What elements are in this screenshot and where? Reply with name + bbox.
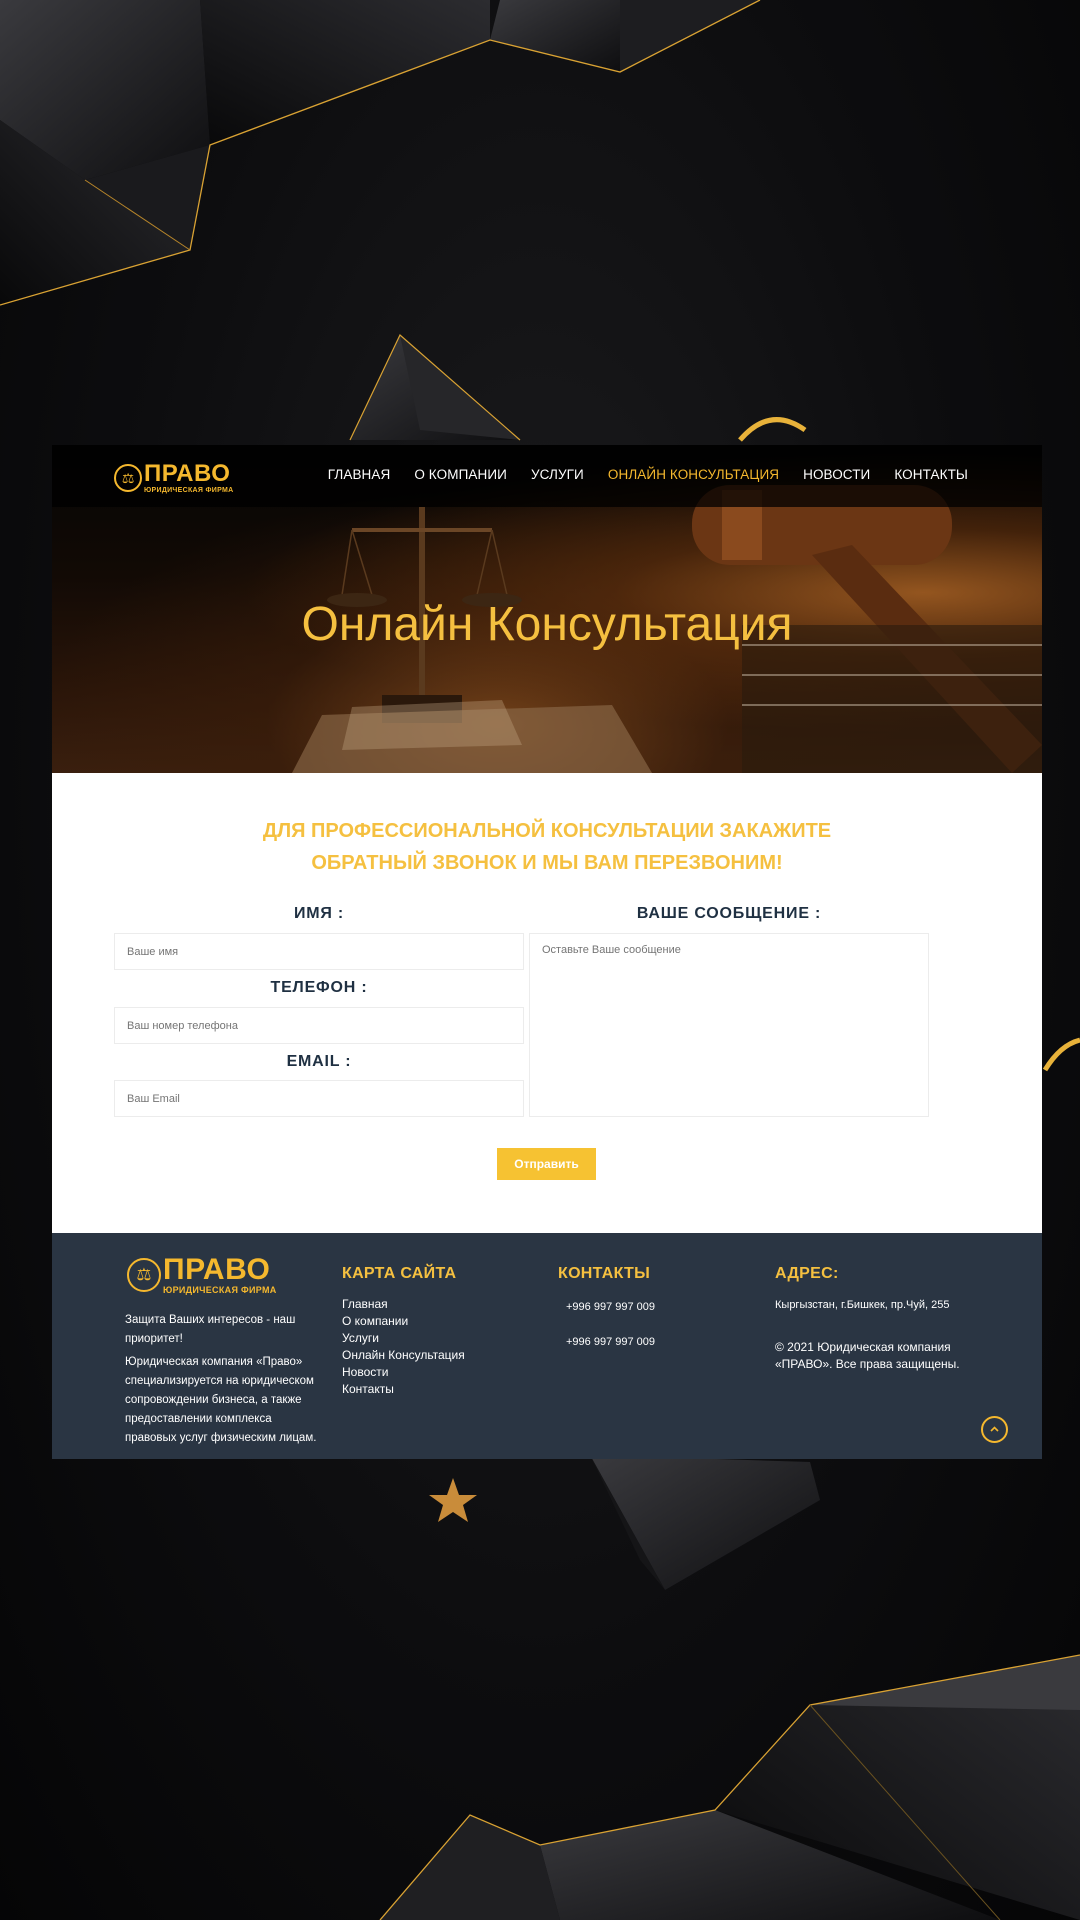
name-label: ИМЯ : — [293, 905, 345, 922]
sitemap-link-contacts[interactable]: Контакты — [342, 1381, 465, 1398]
email-label: EMAIL : — [286, 1053, 352, 1070]
hero-banner: ⚖ ПРАВО ЮРИДИЧЕСКАЯ ФИРМА ГЛАВНАЯ О КОМП… — [52, 445, 1042, 773]
submit-button[interactable]: Отправить — [497, 1148, 596, 1180]
footer-logo[interactable]: ⚖ ПРАВО ЮРИДИЧЕСКАЯ ФИРМА — [127, 1255, 277, 1295]
page-title: Онлайн Консультация — [301, 598, 793, 651]
form-heading-line2: ОБРАТНЫЙ ЗВОНОК И МЫ ВАМ ПЕРЕЗВОНИМ! — [311, 852, 783, 874]
phone-2[interactable]: +996 997 997 009 — [566, 1334, 655, 1351]
message-textarea[interactable] — [529, 933, 929, 1117]
sitemap-link-about[interactable]: О компании — [342, 1313, 465, 1330]
nav-contacts[interactable]: КОНТАКТЫ — [894, 467, 968, 482]
phone-input[interactable] — [114, 1007, 524, 1044]
sitemap-list: Главная О компании Услуги Онлайн Консуль… — [342, 1296, 465, 1398]
footer-about: Юридическая компания «Право» специализир… — [125, 1356, 317, 1444]
themis-icon: ⚖ — [127, 1258, 161, 1292]
scroll-to-top-button[interactable] — [981, 1416, 1008, 1443]
main-menu: ГЛАВНАЯ О КОМПАНИИ УСЛУГИ ОНЛАЙН КОНСУЛЬ… — [328, 467, 968, 482]
copyright: © 2021 Юридическая компания «ПРАВО». Все… — [775, 1340, 960, 1371]
sitemap-link-consultation[interactable]: Онлайн Консультация — [342, 1347, 465, 1364]
nav-about[interactable]: О КОМПАНИИ — [414, 467, 507, 482]
footer-tagline: Защита Ваших интересов - наш приоритет! — [125, 1314, 296, 1345]
nav-online-consultation[interactable]: ОНЛАЙН КОНСУЛЬТАЦИЯ — [608, 467, 779, 482]
page-card: ⚖ ПРАВО ЮРИДИЧЕСКАЯ ФИРМА ГЛАВНАЯ О КОМП… — [52, 445, 1042, 1459]
address-heading: АДРЕС: — [775, 1265, 839, 1282]
contacts-heading: КОНТАКТЫ — [558, 1265, 651, 1282]
sitemap-link-home[interactable]: Главная — [342, 1296, 465, 1313]
sitemap-link-news[interactable]: Новости — [342, 1364, 465, 1381]
logo-title: ПРАВО — [144, 460, 231, 487]
footer-logo-title: ПРАВО — [163, 1253, 271, 1286]
logo[interactable]: ⚖ ПРАВО ЮРИДИЧЕСКАЯ ФИРМА — [114, 462, 233, 494]
logo-subtitle: ЮРИДИЧЕСКАЯ ФИРМА — [144, 487, 234, 494]
message-label: ВАШЕ СООБЩЕНИЕ : — [636, 905, 822, 922]
consultation-form: ДЛЯ ПРОФЕССИОНАЛЬНОЙ КОНСУЛЬТАЦИИ ЗАКАЖИ… — [52, 773, 1042, 1233]
address-text: Кыргызстан, г.Бишкек, пр.Чуй, 255 — [775, 1299, 950, 1311]
navbar: ⚖ ПРАВО ЮРИДИЧЕСКАЯ ФИРМА ГЛАВНАЯ О КОМП… — [52, 445, 1042, 507]
phone-1[interactable]: +996 997 997 009 — [566, 1299, 655, 1316]
form-heading: ДЛЯ ПРОФЕССИОНАЛЬНОЙ КОНСУЛЬТАЦИИ ЗАКАЖИ… — [52, 815, 1042, 879]
form-heading-line1: ДЛЯ ПРОФЕССИОНАЛЬНОЙ КОНСУЛЬТАЦИИ ЗАКАЖИ… — [262, 820, 832, 842]
nav-home[interactable]: ГЛАВНАЯ — [328, 467, 391, 482]
name-input[interactable] — [114, 933, 524, 970]
email-input[interactable] — [114, 1080, 524, 1117]
footer-logo-subtitle: ЮРИДИЧЕСКАЯ ФИРМА — [163, 1285, 277, 1295]
nav-services[interactable]: УСЛУГИ — [531, 467, 584, 482]
footer: ⚖ ПРАВО ЮРИДИЧЕСКАЯ ФИРМА Защита Ваших и… — [52, 1233, 1042, 1459]
sitemap-link-services[interactable]: Услуги — [342, 1330, 465, 1347]
nav-news[interactable]: НОВОСТИ — [803, 467, 870, 482]
sitemap-heading: КАРТА САЙТА — [342, 1265, 457, 1282]
chevron-up-icon — [990, 1426, 999, 1432]
phone-label: ТЕЛЕФОН : — [270, 979, 368, 996]
themis-icon: ⚖ — [114, 464, 142, 492]
